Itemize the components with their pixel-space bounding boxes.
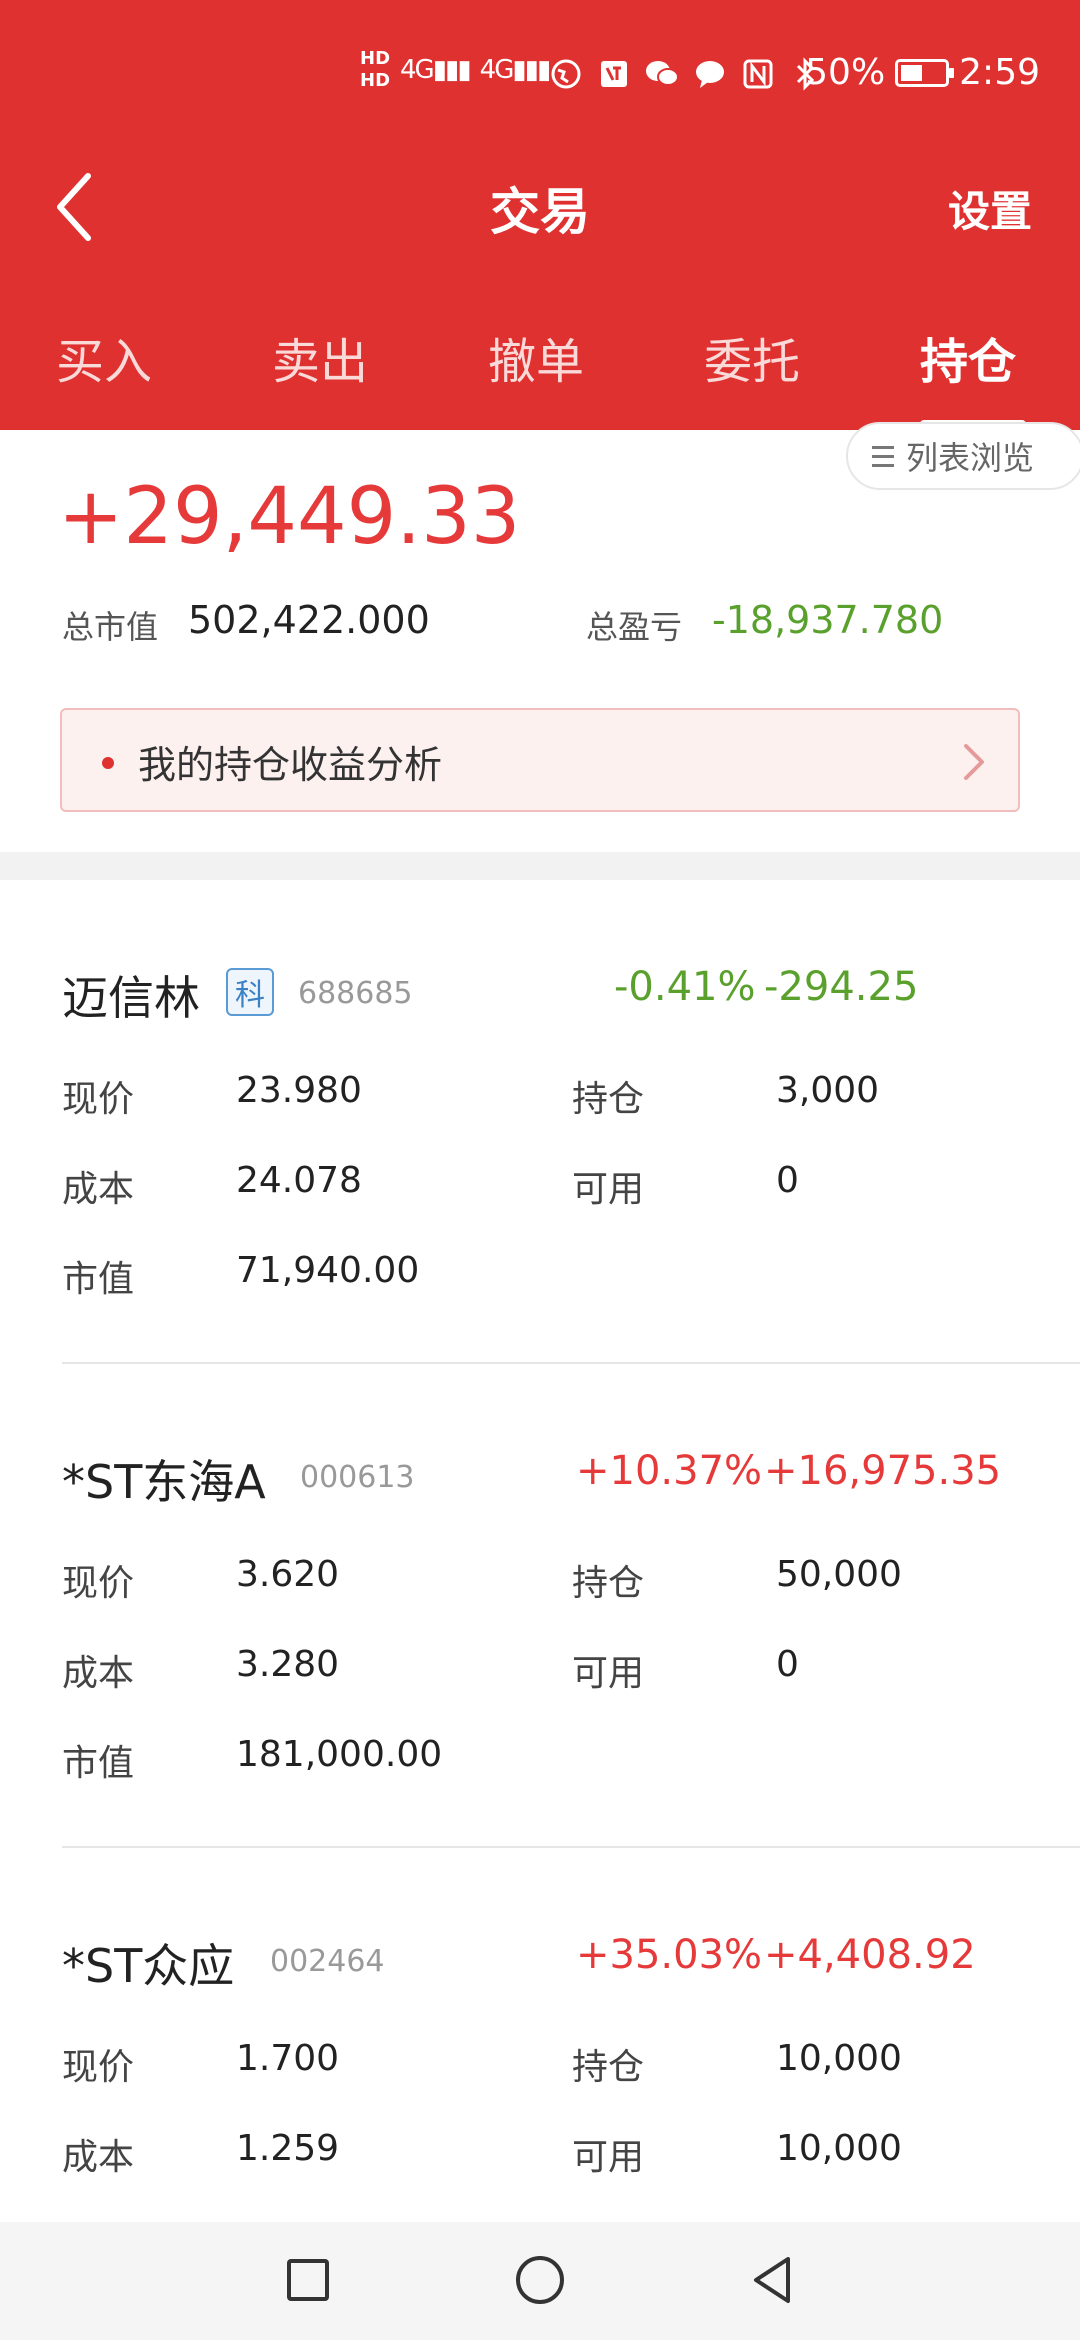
battery-icon <box>895 58 955 87</box>
list-view-toggle[interactable]: 列表浏览 <box>846 422 1080 490</box>
profit-amount: +16,975.35 <box>764 1448 1002 1494</box>
holding-item[interactable]: 迈信林 科 688685 -0.41% -294.25 现价 23.980 持仓… <box>0 880 1080 1364</box>
circle-icon <box>516 2256 564 2304</box>
chevron-right-icon <box>964 744 984 780</box>
price-label: 现价 <box>62 1079 135 1120</box>
back-nav-button[interactable] <box>742 2250 802 2310</box>
price-label: 现价 <box>62 1563 135 1604</box>
section-divider <box>0 852 1080 880</box>
nfc-icon <box>740 56 776 92</box>
battery-fill <box>901 64 923 81</box>
status-bar: HD HD 4G▮▮▮ 4G▮▮▮ 50% 2:59 <box>0 0 1080 150</box>
available-label: 可用 <box>572 1169 645 1210</box>
signal1: 4G▮▮▮ <box>400 55 472 85</box>
triangle-back-icon <box>754 2257 790 2303</box>
available-value: 10,000 <box>776 2128 902 2169</box>
header: HD HD 4G▮▮▮ 4G▮▮▮ 50% 2:59 交易 设置 买入 卖出 撤… <box>0 0 1080 430</box>
change-percent: +10.37% <box>576 1448 763 1494</box>
total-pl: -18,937.780 <box>712 598 944 642</box>
cost-label: 成本 <box>62 1169 135 1210</box>
star-market-tag: 科 <box>226 968 274 1016</box>
settings-button[interactable]: 设置 <box>948 178 1032 239</box>
cost-label: 成本 <box>62 2137 135 2178</box>
page-title: 交易 <box>490 183 590 241</box>
clock: 2:59 <box>959 52 1040 93</box>
position-label: 持仓 <box>572 1079 645 1120</box>
available-value: 0 <box>776 1160 799 1201</box>
globe-icon <box>548 56 584 92</box>
status-right: 50% 2:59 <box>805 52 1040 93</box>
positions-summary: 列表浏览 +29,449.33 总市值 502,422.000 总盈亏 -18,… <box>0 422 1080 850</box>
app-badge-icon <box>596 56 632 92</box>
holding-item[interactable]: *ST东海A 000613 +10.37% +16,975.35 现价 3.62… <box>0 1364 1080 1848</box>
market-value-label: 总市值 <box>62 608 159 646</box>
available-label: 可用 <box>572 1653 645 1694</box>
price-value: 1.700 <box>236 2038 340 2079</box>
change-percent: -0.41% <box>614 964 756 1010</box>
wechat-icon <box>644 56 680 92</box>
profit-analysis-banner[interactable]: 我的持仓收益分析 <box>60 708 1020 812</box>
total-profit: +29,449.33 <box>58 472 521 562</box>
price-label: 现价 <box>62 2047 135 2088</box>
cost-label: 成本 <box>62 1653 135 1694</box>
change-percent: +35.03% <box>576 1932 763 1978</box>
position-value: 50,000 <box>776 1554 902 1595</box>
market-value-label: 市值 <box>62 1259 135 1300</box>
available-label: 可用 <box>572 2137 645 2178</box>
tab-bar: 买入 卖出 撤单 委托 持仓 <box>0 300 1080 430</box>
hd-indicator: HD HD <box>360 48 390 92</box>
list-view-label: 列表浏览 <box>906 439 1035 477</box>
bullet-dot-icon <box>102 757 114 769</box>
stock-code: 688685 <box>298 976 413 1011</box>
market-value-label: 市值 <box>62 1743 135 1784</box>
hd2-label: HD <box>360 70 391 91</box>
battery-percent: 50% <box>805 52 886 93</box>
square-icon <box>287 2259 329 2301</box>
tab-cancel[interactable]: 撤单 <box>488 322 584 392</box>
nav-bar: 交易 设置 <box>0 150 1080 260</box>
market-value-value: 181,000.00 <box>236 1734 443 1775</box>
profit-amount: -294.25 <box>764 964 919 1010</box>
hd1-label: HD <box>360 48 391 69</box>
message-icon <box>692 56 728 92</box>
signal1-label: 4G <box>400 55 435 85</box>
market-value-value: 71,940.00 <box>236 1250 420 1291</box>
position-label: 持仓 <box>572 2047 645 2088</box>
position-label: 持仓 <box>572 1563 645 1604</box>
profit-amount: +4,408.92 <box>764 1932 976 1978</box>
list-icon <box>872 445 894 467</box>
holding-item[interactable]: *ST众应 002464 +35.03% +4,408.92 现价 1.700 … <box>0 1848 1080 2222</box>
signal-group: HD HD 4G▮▮▮ 4G▮▮▮ <box>360 48 552 92</box>
signal-bars-icon: ▮▮▮ <box>432 55 472 85</box>
market-value: 502,422.000 <box>188 598 430 642</box>
stock-name: *ST东海A <box>62 1455 266 1509</box>
recents-button[interactable] <box>278 2250 338 2310</box>
signal2-label: 4G <box>479 55 515 85</box>
available-value: 0 <box>776 1644 799 1685</box>
analysis-label: 我的持仓收益分析 <box>138 743 443 787</box>
cost-value: 24.078 <box>236 1160 362 1201</box>
price-value: 23.980 <box>236 1070 362 1111</box>
tab-sell[interactable]: 卖出 <box>272 322 368 392</box>
stock-name: 迈信林 <box>62 971 200 1025</box>
stock-name: *ST众应 <box>62 1939 235 1993</box>
position-value: 3,000 <box>776 1070 880 1111</box>
total-pl-label: 总盈亏 <box>586 608 683 646</box>
cost-value: 3.280 <box>236 1644 340 1685</box>
stock-code: 000613 <box>300 1460 415 1495</box>
home-button[interactable] <box>510 2250 570 2310</box>
system-nav-bar <box>0 2222 1080 2340</box>
stock-code: 002464 <box>270 1944 385 1979</box>
tab-positions[interactable]: 持仓 <box>920 322 1016 392</box>
signal-bars-icon: ▮▮▮ <box>512 55 551 85</box>
cost-value: 1.259 <box>236 2128 340 2169</box>
tab-buy[interactable]: 买入 <box>56 322 152 392</box>
tab-orders[interactable]: 委托 <box>704 322 800 392</box>
position-value: 10,000 <box>776 2038 902 2079</box>
notification-icons <box>548 56 824 92</box>
price-value: 3.620 <box>236 1554 340 1595</box>
signal2: 4G▮▮▮ <box>479 55 552 85</box>
